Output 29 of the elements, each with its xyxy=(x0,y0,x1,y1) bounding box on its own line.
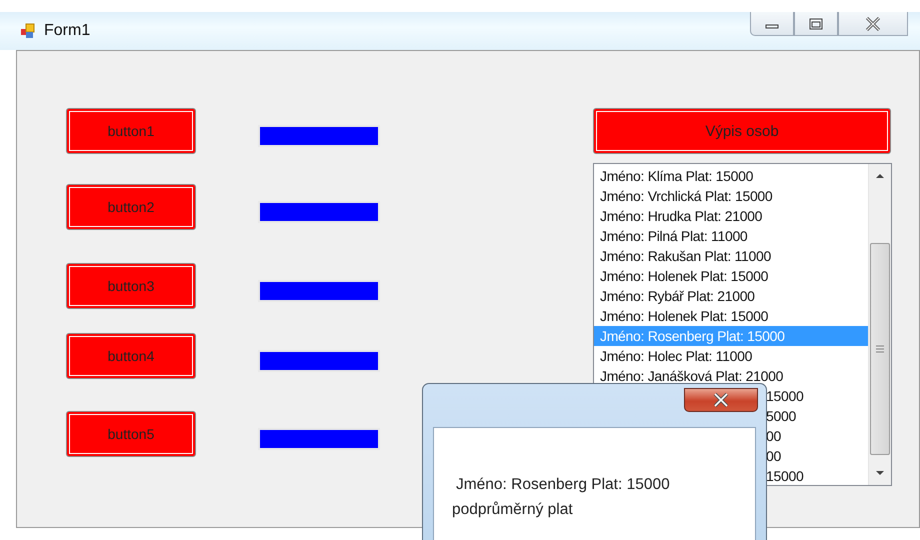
close-button[interactable] xyxy=(838,12,908,36)
maximize-icon xyxy=(809,18,823,30)
close-icon xyxy=(711,393,731,407)
message-text: podprůměrný plat xyxy=(452,500,574,520)
list-item[interactable]: Jméno: Rybář Plat: 21000 xyxy=(594,286,868,306)
form-button[interactable]: button2 xyxy=(66,184,196,230)
list-item[interactable]: Jméno: Vrchlická Plat: 15000 xyxy=(594,186,868,206)
list-item[interactable]: Jméno: Holenek Plat: 15000 xyxy=(594,306,868,326)
close-button[interactable] xyxy=(684,388,758,412)
list-item[interactable]: Jméno: Rakušan Plat: 11000 xyxy=(594,246,868,266)
minimize-button[interactable] xyxy=(750,12,794,36)
scrollbar[interactable] xyxy=(868,164,891,485)
app-icon xyxy=(20,23,36,39)
list-item[interactable]: Jméno: Hrudka Plat: 21000 xyxy=(594,206,868,226)
form-button[interactable]: button5 xyxy=(66,411,196,457)
list-item[interactable]: Jméno: Pilná Plat: 11000 xyxy=(594,226,868,246)
maximize-button[interactable] xyxy=(794,12,838,36)
list-button[interactable]: Výpis osob xyxy=(593,108,891,154)
list-item[interactable]: Jméno: Holec Plat: 11000 xyxy=(594,346,868,366)
message-text: Jméno: Rosenberg Plat: 15000 xyxy=(455,475,671,495)
list-item[interactable]: Jméno: Janášková Plat: 21000 xyxy=(594,366,868,386)
form-button[interactable]: button1 xyxy=(66,108,196,154)
close-icon xyxy=(864,16,882,30)
form-button[interactable]: button4 xyxy=(66,333,196,379)
list-item[interactable]: Jméno: Klíma Plat: 15000 xyxy=(594,166,868,186)
form-button[interactable]: button3 xyxy=(66,263,196,309)
list-item[interactable]: Jméno: Holenek Plat: 15000 xyxy=(594,266,868,286)
window-title: Form1 xyxy=(44,22,90,40)
scroll-thumb[interactable] xyxy=(870,243,890,455)
